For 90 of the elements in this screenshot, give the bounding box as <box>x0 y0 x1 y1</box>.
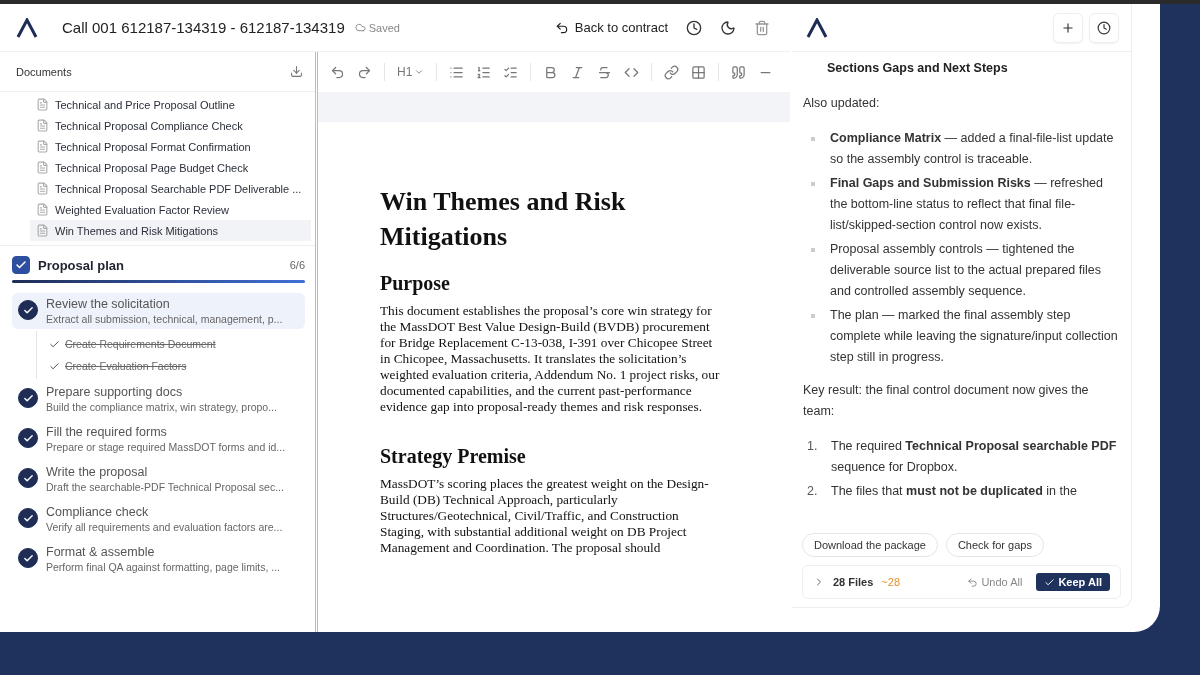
undo-icon <box>967 576 979 588</box>
section-paragraph: This document establishes the proposal’s core win strategy for the MassDOT Best Value Design-Build (BVDB) procurement for Bridge Replacement C-13-038, I-391 over Chicopee Street in Chicopee, Massachusetts. It translates the solicitation’s weighted evaluation criteria, Addendum No. 1 project risks, our documented capabilities, and the current past-performance evidence gap into proposal-ready themes and risk responses. <box>380 303 721 415</box>
message-text: Key result: the final control document now gives the team: <box>803 383 1089 418</box>
step-title: Format & assemble <box>46 545 156 559</box>
list-item-text: Final Gaps and Submission Risks — refreshed the bottom-line status to reflect that final file-list/skipped-section control now exists. <box>830 175 1104 234</box>
step-description: Perform final QA against formatting, page limits, ... <box>46 561 280 573</box>
document-name: Technical Proposal Compliance Check <box>55 119 243 132</box>
plus-icon <box>1061 20 1075 35</box>
saved-status: Saved <box>354 21 400 34</box>
bullet-icon <box>811 248 815 252</box>
plan-step[interactable]: Fill the required forms Prepare or stage required MassDOT forms and id... <box>12 421 305 457</box>
document-name: Technical Proposal Searchable PDF Deliverable ... <box>55 182 302 195</box>
document-name: Technical Proposal Page Budget Check <box>55 161 249 174</box>
logo-icon <box>16 17 38 38</box>
plan-step[interactable]: Write the proposal Draft the searchable-PDF Technical Proposal sec... <box>12 461 305 497</box>
document-name: Technical and Price Proposal Outline <box>55 98 235 111</box>
document-item[interactable]: Technical Proposal Searchable PDF Deliverable ... <box>30 178 311 199</box>
plan-step[interactable]: Compliance check Verify all requirements and evaluation factors are... <box>12 501 305 537</box>
suggestion-chip[interactable]: Download the package <box>802 533 938 557</box>
documents-heading: Documents <box>16 65 72 78</box>
subtask: Create Requirements Document <box>49 333 315 355</box>
document-name: Win Themes and Risk Mitigations <box>55 224 219 237</box>
undo-all-button[interactable]: Undo All <box>961 575 1029 589</box>
list-number: 2. <box>807 483 819 500</box>
plan-step[interactable]: Format & assemble Perform final QA against formatting, page limits, ... <box>12 541 305 577</box>
files-count: 28 Files <box>833 576 874 588</box>
subtask: Create Evaluation Factors <box>49 355 315 377</box>
keep-all-button[interactable]: Keep All <box>1036 573 1110 591</box>
document-heading: Win Themes and Risk Mitigations <box>380 186 627 253</box>
step-title: Prepare supporting docs <box>46 385 184 399</box>
file-icon <box>36 161 49 174</box>
history-button[interactable] <box>1089 12 1119 43</box>
list-item-text: The required Technical Proposal searchable PDF sequence for Dropbox. <box>831 438 1118 476</box>
clock-icon <box>1097 20 1111 35</box>
bullet-icon <box>811 314 815 318</box>
chevron-down-icon <box>414 67 425 77</box>
download-icon[interactable] <box>290 65 303 78</box>
file-icon <box>36 182 49 195</box>
check-icon <box>15 259 27 271</box>
cloud-icon <box>354 22 366 33</box>
document-item[interactable]: Win Themes and Risk Mitigations <box>30 220 311 241</box>
list-item-text: Proposal assembly controls — tightened the deliverable source list to the actual prepared files and controlled assembly sequence. <box>830 241 1102 300</box>
file-icon <box>36 224 49 237</box>
file-icon <box>36 98 49 111</box>
document-title: Call 001 612187-134319 - 612187-134319 <box>62 19 345 36</box>
step-title: Fill the required forms <box>46 425 168 439</box>
suggestion-chip[interactable]: Check for gaps <box>945 533 1044 557</box>
section-heading: Strategy Premise <box>380 445 527 468</box>
file-icon <box>36 119 49 132</box>
plan-heading: Proposal plan <box>38 257 125 273</box>
list-item-text: The plan — marked the final assembly step complete while leaving the signature/input collection step still in progress. <box>830 307 1119 366</box>
check-icon <box>49 360 60 372</box>
document-item[interactable]: Technical Proposal Format Confirmation <box>30 136 311 157</box>
step-description: Draft the searchable-PDF Technical Proposal sec... <box>46 481 284 493</box>
document-item[interactable]: Technical Proposal Page Budget Check <box>30 157 311 178</box>
file-icon <box>36 203 49 216</box>
file-icon <box>36 140 49 153</box>
check-icon <box>49 338 60 350</box>
section-paragraph: MassDOT’s scoring places the greatest weight on the Design-Build (DB) Technical Approach, particularly Structures/Geotechnical, Civil/Traffic, and Construction Staging, with substantial additional weight on DB Project Management and Coordination. The proposal should <box>380 476 710 556</box>
back-button[interactable]: Back to contract <box>550 16 672 39</box>
list-item-text: Sections Gaps and Next Steps <box>827 61 1008 75</box>
step-description: Verify all requirements and evaluation factors are... <box>46 521 283 533</box>
step-description: Extract all submission, technical, management, p... <box>46 313 283 325</box>
list-number: 1. <box>807 438 819 455</box>
bullet-icon <box>811 137 815 141</box>
step-description: Prepare or stage required MassDOT forms and id... <box>46 441 286 453</box>
bullet-icon <box>811 182 815 186</box>
plan-checkbox[interactable] <box>12 256 30 274</box>
back-arrow-icon <box>554 20 569 35</box>
plan-step[interactable]: Prepare supporting docs Build the compliance matrix, win strategy, propo... <box>12 381 305 417</box>
plan-count: 6/6 <box>289 259 305 271</box>
change-count: ~28 <box>881 576 901 588</box>
document-name: Weighted Evaluation Factor Review <box>55 203 230 216</box>
new-chat-button[interactable] <box>1053 12 1083 43</box>
document-item[interactable]: Weighted Evaluation Factor Review <box>30 199 311 220</box>
step-description: Build the compliance matrix, win strategy, propo... <box>46 401 277 413</box>
document-item[interactable]: Technical Proposal Compliance Check <box>30 115 311 136</box>
heading-dropdown[interactable]: H1 <box>393 61 429 83</box>
plan-step[interactable]: Review the solicitation Extract all submission, technical, management, p... <box>12 293 305 329</box>
document-item[interactable]: Technical and Price Proposal Outline <box>30 94 311 115</box>
message-text: Also updated: <box>803 96 880 110</box>
check-icon <box>1044 576 1056 588</box>
step-title: Compliance check <box>46 505 150 519</box>
step-title: Review the solicitation <box>46 297 171 311</box>
logo-icon <box>806 17 828 38</box>
document-name: Technical Proposal Format Confirmation <box>55 140 251 153</box>
list-item-text: Compliance Matrix — added a final-file-list update so the assembly control is traceable. <box>830 130 1115 168</box>
section-heading: Purpose <box>380 272 451 295</box>
step-title: Write the proposal <box>46 465 149 479</box>
list-item-text: The files that must not be duplicated in the <box>831 483 1077 500</box>
